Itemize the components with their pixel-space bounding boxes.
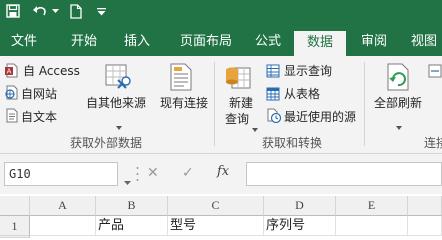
- insert-function-icon[interactable]: fx: [217, 165, 229, 179]
- column-header[interactable]: [408, 196, 442, 216]
- text-file-icon: [5, 108, 19, 127]
- cell-d1[interactable]: 序列号: [264, 216, 336, 236]
- recent-sources-icon: [266, 108, 282, 127]
- cell-e1[interactable]: [336, 216, 408, 236]
- chevron-down-icon: [396, 115, 402, 134]
- show-queries-label: 显示查询: [284, 64, 333, 78]
- group-label-external-data: 获取外部数据: [70, 136, 143, 150]
- tab-formulas[interactable]: 公式: [248, 28, 288, 56]
- ribbon-data: A 自 Access 自网站 自文本 自其他来源 现有连接 获取外部数据 新建 …: [0, 56, 442, 154]
- existing-connections-label: 现有连接: [160, 96, 209, 110]
- cell-c1[interactable]: 型号: [168, 216, 264, 236]
- row-header[interactable]: 1: [0, 216, 30, 236]
- column-header[interactable]: D: [264, 196, 336, 216]
- customize-qat-icon[interactable]: [97, 8, 106, 16]
- table-icon: [266, 86, 280, 105]
- new-query-label-line2: 查询: [225, 112, 250, 126]
- undo-dropdown-icon[interactable]: [52, 9, 59, 14]
- from-table-label: 从表格: [284, 87, 321, 101]
- row-header[interactable]: [0, 236, 30, 238]
- select-all-corner[interactable]: [0, 196, 30, 216]
- column-header[interactable]: E: [336, 196, 408, 216]
- web-icon: [5, 85, 19, 104]
- refresh-all-label: 全部刷新: [374, 96, 423, 110]
- save-icon[interactable]: [6, 4, 20, 18]
- ribbon-tabs: 文件 开始 插入 页面布局 公式 数据 审阅 视图: [0, 28, 442, 56]
- group-label-get-transform: 获取和转换: [262, 136, 323, 150]
- from-web-label: 自网站: [21, 87, 58, 101]
- group-label-connections: 连接: [424, 136, 442, 150]
- tab-file[interactable]: 文件: [0, 28, 48, 56]
- from-access-label: 自 Access: [23, 64, 80, 78]
- chevron-down-icon: [116, 115, 122, 134]
- title-bar: [0, 0, 442, 28]
- tab-view[interactable]: 视图: [406, 28, 442, 56]
- column-header[interactable]: A: [30, 196, 96, 216]
- cell-a1[interactable]: [30, 216, 96, 236]
- formula-input[interactable]: [246, 162, 442, 186]
- table-icon: [266, 63, 280, 82]
- enter-icon[interactable]: ✓: [182, 166, 194, 180]
- cancel-icon[interactable]: ✕: [147, 166, 159, 180]
- recent-sources-label: 最近使用的源: [284, 110, 357, 124]
- other-sources-icon: [104, 62, 134, 96]
- tab-page-layout[interactable]: 页面布局: [170, 28, 242, 56]
- column-header[interactable]: B: [96, 196, 168, 216]
- name-box-dropdown-icon[interactable]: [124, 171, 131, 190]
- formula-bar: G10 ✕ ✓ fx: [0, 154, 442, 194]
- undo-icon[interactable]: [32, 4, 48, 18]
- cell-b1[interactable]: 产品: [96, 216, 168, 236]
- from-other-sources-label: 自其他来源: [86, 96, 147, 110]
- refresh-all-icon: [384, 62, 412, 96]
- chevron-down-icon: [252, 117, 258, 136]
- cell-f1[interactable]: [408, 216, 442, 236]
- access-icon: A: [5, 63, 19, 82]
- formula-bar-grip[interactable]: [136, 165, 139, 183]
- group-separator: [364, 62, 365, 146]
- tab-data[interactable]: 数据: [294, 31, 346, 56]
- new-query-label-line1: 新建: [229, 96, 254, 110]
- new-file-icon[interactable]: [70, 4, 82, 19]
- existing-connections-icon: [168, 62, 194, 96]
- name-box[interactable]: G10: [4, 162, 118, 186]
- tab-home[interactable]: 开始: [58, 28, 110, 56]
- tab-review[interactable]: 审阅: [352, 28, 396, 56]
- connections-icon: [428, 63, 442, 82]
- column-header[interactable]: C: [168, 196, 264, 216]
- group-separator: [214, 62, 215, 146]
- tab-insert[interactable]: 插入: [113, 28, 161, 56]
- new-query-icon: [224, 62, 252, 96]
- from-text-label: 自文本: [21, 110, 58, 124]
- svg-text:A: A: [7, 68, 12, 76]
